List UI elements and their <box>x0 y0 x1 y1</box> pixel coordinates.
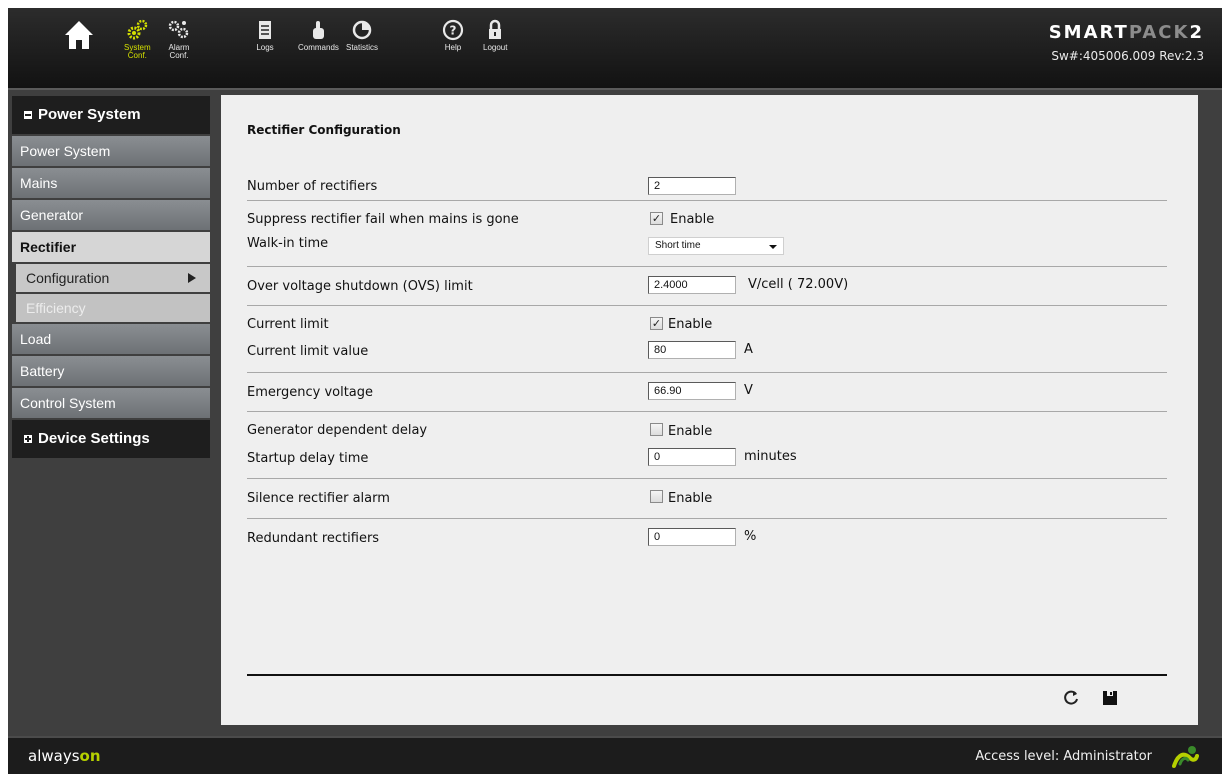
redundant-input[interactable] <box>648 528 736 546</box>
main-panel: Rectifier Configuration Number of rectif… <box>221 95 1198 725</box>
suppress-fail-enable-label: Enable <box>670 212 715 227</box>
arrow-right-icon <box>188 273 196 283</box>
sidebar: Power System Power System Mains Generato… <box>12 96 210 458</box>
sidebar-subitem-configuration[interactable]: Configuration <box>16 264 210 292</box>
collapse-icon <box>24 111 32 119</box>
current-limit-value-label: Current limit value <box>247 344 369 359</box>
help-icon: ? <box>442 19 464 41</box>
brand-block: SMARTPACK2 Sw#:405006.009 Rev:2.3 <box>1049 22 1204 63</box>
top-nav-bar: System Conf. Alarm Conf. Logs Commands S… <box>8 8 1222 90</box>
footer-divider <box>247 674 1167 676</box>
generator-delay-checkbox[interactable] <box>650 423 663 436</box>
software-version: Sw#:405006.009 Rev:2.3 <box>1051 49 1204 63</box>
suppress-fail-checkbox[interactable]: ✓ <box>650 212 663 225</box>
walk-in-label: Walk-in time <box>247 236 329 251</box>
nav-alarm-conf[interactable]: Alarm Conf. <box>167 18 191 60</box>
silence-alarm-enable-label: Enable <box>668 491 713 506</box>
nav-label: Help <box>444 43 462 52</box>
alarm-conf-icon <box>168 20 189 39</box>
nav-label: Conf. <box>127 51 147 60</box>
startup-delay-label: Startup delay time <box>247 451 369 466</box>
nav-logout[interactable]: Logout <box>483 18 507 52</box>
divider <box>247 372 1167 373</box>
walk-in-value: Short time <box>655 240 701 251</box>
save-button[interactable] <box>1101 689 1119 711</box>
nav-label: Logs <box>256 43 274 52</box>
walk-in-select[interactable]: Short time <box>648 237 784 255</box>
divider <box>247 305 1167 306</box>
refresh-button[interactable] <box>1062 689 1080 711</box>
user-icon[interactable] <box>1170 744 1200 770</box>
num-rectifiers-input[interactable] <box>648 177 736 195</box>
nav-logs[interactable]: Logs <box>253 18 277 52</box>
emergency-voltage-label: Emergency voltage <box>247 385 374 400</box>
system-conf-icon <box>127 19 148 40</box>
current-limit-label: Current limit <box>247 317 329 332</box>
app-frame: System Conf. Alarm Conf. Logs Commands S… <box>8 8 1222 774</box>
suppress-fail-label: Suppress rectifier fail when mains is go… <box>247 212 519 227</box>
nav-commands[interactable]: Commands <box>298 18 339 52</box>
sidebar-section-label: Device Settings <box>38 430 150 447</box>
nav-help[interactable]: ? Help <box>441 18 465 52</box>
sidebar-subitem-label: Configuration <box>26 270 110 286</box>
nav-home[interactable] <box>62 18 96 54</box>
expand-icon <box>24 435 32 443</box>
sidebar-item-power-system[interactable]: Power System <box>12 136 210 166</box>
divider <box>247 411 1167 412</box>
save-icon <box>1103 691 1117 705</box>
ovs-unit: V/cell ( 72.00V) <box>748 277 849 292</box>
current-limit-unit: A <box>744 342 753 357</box>
current-limit-value-input[interactable] <box>648 341 736 359</box>
sidebar-item-mains[interactable]: Mains <box>12 168 210 198</box>
sidebar-item-load[interactable]: Load <box>12 324 210 354</box>
nav-label: Commands <box>298 43 339 52</box>
generator-delay-enable-label: Enable <box>668 424 713 439</box>
divider <box>247 478 1167 479</box>
sidebar-section-device-settings[interactable]: Device Settings <box>12 420 210 458</box>
sidebar-subitem-efficiency[interactable]: Efficiency <box>16 294 210 322</box>
logout-icon <box>489 19 502 39</box>
nav-system-conf[interactable]: System Conf. <box>124 18 151 60</box>
page-title: Rectifier Configuration <box>247 123 401 137</box>
access-level: Access level: Administrator <box>975 749 1152 764</box>
nav-statistics[interactable]: Statistics <box>346 18 378 52</box>
emergency-voltage-input[interactable] <box>648 382 736 400</box>
current-limit-checkbox[interactable]: ✓ <box>650 317 663 330</box>
home-icon <box>65 21 93 49</box>
divider <box>247 200 1167 201</box>
startup-delay-unit: minutes <box>744 449 797 464</box>
num-rectifiers-label: Number of rectifiers <box>247 179 378 194</box>
commands-icon <box>313 21 325 39</box>
current-limit-enable-label: Enable <box>668 317 713 332</box>
sidebar-item-control-system[interactable]: Control System <box>12 388 210 418</box>
silence-alarm-checkbox[interactable] <box>650 490 663 503</box>
svg-text:?: ? <box>450 24 457 38</box>
redundant-unit: % <box>744 529 757 544</box>
startup-delay-input[interactable] <box>648 448 736 466</box>
divider <box>247 266 1167 267</box>
redundant-label: Redundant rectifiers <box>247 531 380 546</box>
sidebar-section-power-system[interactable]: Power System <box>12 96 210 134</box>
refresh-icon <box>1064 690 1078 705</box>
status-bar: alwayson Access level: Administrator <box>8 736 1222 774</box>
sidebar-item-battery[interactable]: Battery <box>12 356 210 386</box>
nav-label: Logout <box>483 43 508 52</box>
nav-label: Statistics <box>346 43 379 52</box>
sidebar-section-label: Power System <box>38 106 141 123</box>
alwayson-logo: alwayson <box>28 747 101 765</box>
logs-icon <box>259 21 271 39</box>
divider <box>247 518 1167 519</box>
ovs-input[interactable] <box>648 276 736 294</box>
sidebar-item-generator[interactable]: Generator <box>12 200 210 230</box>
sidebar-item-rectifier[interactable]: Rectifier <box>12 232 210 262</box>
statistics-icon <box>352 20 372 40</box>
silence-alarm-label: Silence rectifier alarm <box>247 491 390 506</box>
ovs-label: Over voltage shutdown (OVS) limit <box>247 279 473 294</box>
generator-delay-label: Generator dependent delay <box>247 423 428 438</box>
nav-label: Conf. <box>169 51 189 60</box>
chevron-down-icon <box>769 245 777 249</box>
brand-logo: SMARTPACK2 <box>1048 22 1204 43</box>
emergency-voltage-unit: V <box>744 383 753 398</box>
